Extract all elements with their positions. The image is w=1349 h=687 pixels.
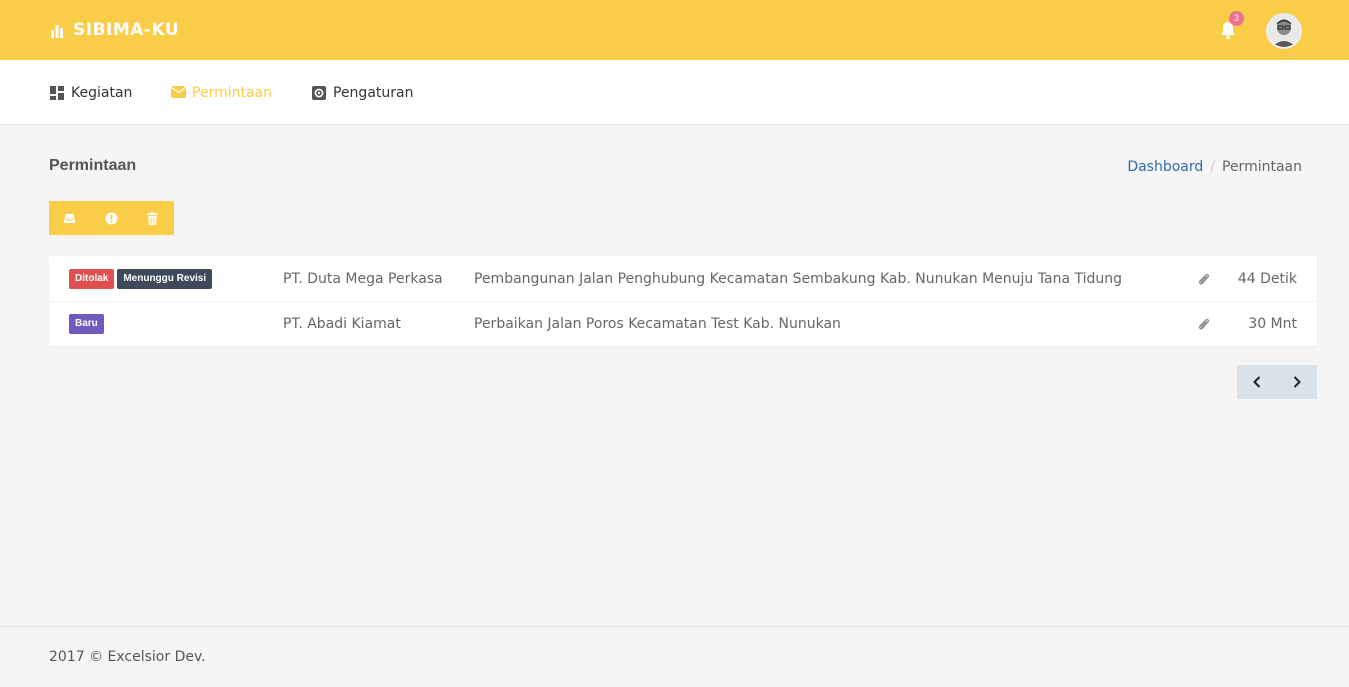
chevron-left-icon [1253,376,1261,388]
nav-item-label: Permintaan [192,84,272,101]
envelope-icon [170,85,187,100]
request-time: 44 Detik [1237,270,1297,287]
bar-chart-icon [50,23,64,38]
alert-icon [105,212,118,224]
inbox-button[interactable] [49,201,91,235]
footer: 2017 © Excelsior Dev. [0,626,1349,687]
status-badge: Baru [69,314,104,334]
delete-button[interactable] [132,201,174,235]
dashboard-icon [50,85,64,100]
status-badges: Ditolak Menunggu Revisi [69,268,213,289]
list-item[interactable]: Baru PT. Abadi Kiamat Perbaikan Jalan Po… [49,301,1317,346]
company-name: PT. Abadi Kiamat [283,316,401,332]
nav-item-label: Pengaturan [333,84,414,101]
report-button[interactable] [91,201,133,235]
breadcrumb-separator: / [1210,159,1215,175]
nav-item-pengaturan[interactable]: Pengaturan [312,60,413,125]
request-title[interactable]: Perbaikan Jalan Poros Kecamatan Test Kab… [474,316,841,332]
chevron-right-icon [1293,376,1301,388]
nav-item-label: Kegiatan [71,84,133,101]
footer-copyright: 2017 © Excelsior Dev. [49,649,206,665]
trash-icon [147,211,159,225]
nav-item-kegiatan[interactable]: Kegiatan [50,60,132,125]
breadcrumb-current: Permintaan [1222,159,1302,175]
breadcrumb-dashboard-link[interactable]: Dashboard [1127,159,1203,175]
request-time: 30 Mnt [1248,316,1297,332]
request-title[interactable]: Pembangunan Jalan Penghubung Kecamatan S… [474,271,1122,287]
pagination [1237,365,1317,399]
page-title: Permintaan [49,157,137,174]
settings-icon [312,85,326,100]
status-badge: Ditolak [69,268,115,289]
paperclip-icon [1198,272,1210,286]
next-page-button[interactable] [1277,365,1317,399]
brand[interactable]: SIBIMA-KU [50,20,179,40]
status-badge: Menunggu Revisi [117,268,213,289]
nav-item-permintaan[interactable]: Permintaan [170,60,272,125]
paperclip-icon [1198,317,1210,331]
top-bar: SIBIMA-KU 3 [0,0,1349,60]
company-name: PT. Duta Mega Perkasa [283,270,443,287]
main-nav: Kegiatan Permintaan Pengaturan [0,60,1349,125]
status-badges: Baru [69,314,104,334]
request-list: Ditolak Menunggu Revisi PT. Duta Mega Pe… [49,256,1317,346]
list-item[interactable]: Ditolak Menunggu Revisi PT. Duta Mega Pe… [49,256,1317,301]
request-toolbar [49,201,174,235]
prev-page-button[interactable] [1237,365,1277,399]
brand-name: SIBIMA-KU [73,20,180,40]
breadcrumb: Dashboard / Permintaan [1127,159,1302,175]
avatar[interactable] [1266,13,1302,49]
inbox-icon [64,213,76,223]
notification-count-badge: 3 [1229,11,1244,26]
